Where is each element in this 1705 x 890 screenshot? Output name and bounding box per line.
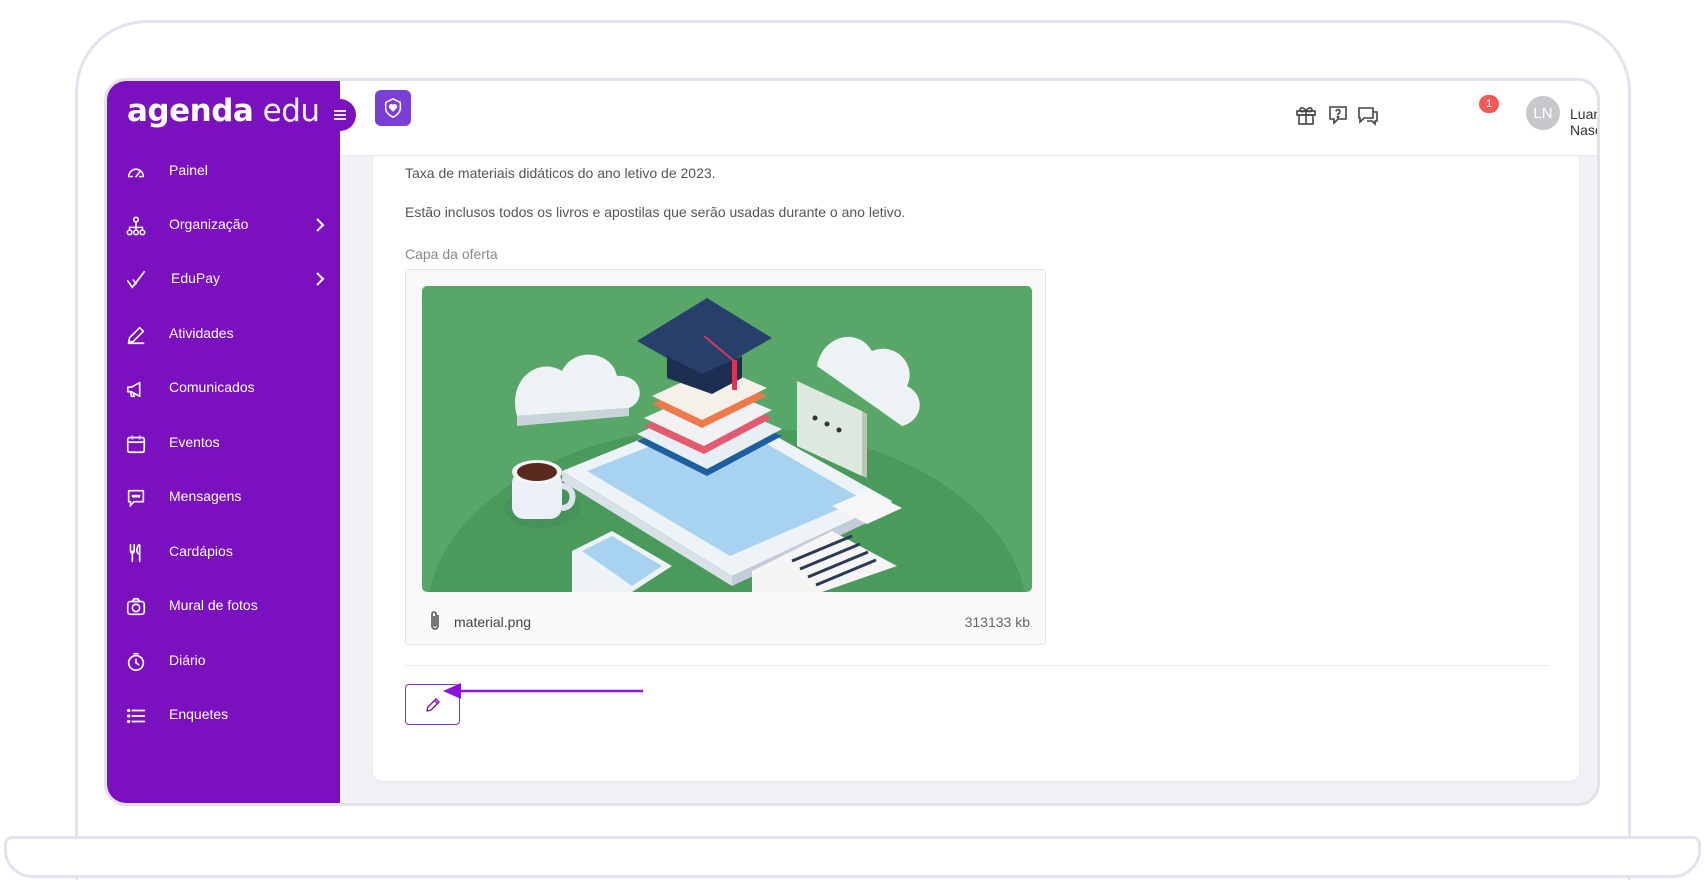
app-screen: agenda edu Painel Organização EduPay Ati… xyxy=(104,78,1600,806)
speedometer-icon xyxy=(127,168,145,178)
sidebar-item-label: Mural de fotos xyxy=(169,597,258,613)
sidebar-item-label: EduPay xyxy=(171,270,221,286)
clock-icon xyxy=(127,652,145,672)
messages-icon[interactable] xyxy=(1356,103,1380,127)
menu-toggle-button[interactable] xyxy=(324,99,356,131)
sidebar-item-label: Cardápios xyxy=(169,543,233,559)
shield-heart-icon xyxy=(384,98,402,118)
sidebar-item-label: Painel xyxy=(169,162,208,178)
app-logo[interactable]: agenda edu xyxy=(127,93,320,129)
sidebar-item-atividades[interactable]: Atividades xyxy=(107,314,340,354)
sidebar-item-organizacao[interactable]: Organização xyxy=(107,205,340,245)
attachment-file-name[interactable]: material.png xyxy=(454,614,531,630)
annotation-arrow xyxy=(443,683,643,699)
list-icon xyxy=(127,708,146,724)
sidebar-item-label: Mensagens xyxy=(169,488,242,504)
chat-icon xyxy=(127,489,145,508)
top-bar: 1 LN Luana Nascimento xyxy=(340,81,1597,156)
sidebar-item-label: Comunicados xyxy=(169,379,255,395)
offer-description-line2: Estão inclusos todos os livros e apostil… xyxy=(405,204,906,220)
checkmark-icon xyxy=(126,270,146,289)
avatar[interactable]: LN xyxy=(1526,96,1560,130)
sidebar-item-diario[interactable]: Diário xyxy=(107,641,340,681)
sidebar-item-comunicados[interactable]: Comunicados xyxy=(107,368,340,408)
sidebar-item-mensagens[interactable]: Mensagens xyxy=(107,477,340,517)
chevron-right-icon xyxy=(316,218,325,232)
attachment-file-size: 313133 kb xyxy=(964,614,1030,630)
offer-description-line1: Taxa de materiais didáticos do ano letiv… xyxy=(405,165,716,181)
cover-attachment: material.png 313133 kb xyxy=(405,269,1046,645)
cover-image[interactable] xyxy=(422,286,1032,592)
camera-icon xyxy=(126,597,146,616)
sidebar-item-eventos[interactable]: Eventos xyxy=(107,423,340,463)
sidebar-item-edupay[interactable]: EduPay xyxy=(107,259,340,299)
app-shield-badge[interactable] xyxy=(375,90,411,126)
paperclip-icon xyxy=(431,611,439,630)
sidebar-item-painel[interactable]: Painel xyxy=(107,151,340,191)
education-illustration xyxy=(422,286,1032,592)
divider xyxy=(405,665,1549,666)
gift-icon[interactable] xyxy=(1294,103,1318,127)
sidebar-item-label: Atividades xyxy=(169,325,234,341)
laptop-base xyxy=(4,836,1701,878)
sidebar-item-enquetes[interactable]: Enquetes xyxy=(107,695,340,735)
sidebar-item-label: Organização xyxy=(169,216,249,232)
sidebar-item-mural-de-fotos[interactable]: Mural de fotos xyxy=(107,586,340,626)
sidebar-item-label: Diário xyxy=(169,652,206,668)
pencil-icon xyxy=(425,697,440,712)
hamburger-icon xyxy=(334,110,346,120)
calendar-icon xyxy=(126,435,146,454)
sidebar: agenda edu Painel Organização EduPay Ati… xyxy=(107,81,340,803)
help-icon[interactable] xyxy=(1326,103,1350,127)
sidebar-item-label: Enquetes xyxy=(169,706,229,722)
cover-label: Capa da oferta xyxy=(405,246,498,262)
megaphone-icon xyxy=(126,381,141,398)
sidebar-item-label: Eventos xyxy=(169,434,220,450)
notification-badge: 1 xyxy=(1479,95,1499,113)
org-tree-icon xyxy=(126,216,146,236)
user-name[interactable]: Luana Nascimento xyxy=(1570,106,1597,138)
pencil-icon xyxy=(127,326,145,345)
sidebar-item-cardapios[interactable]: Cardápios xyxy=(107,532,340,572)
chevron-right-icon xyxy=(316,272,325,286)
cutlery-icon xyxy=(129,543,141,563)
